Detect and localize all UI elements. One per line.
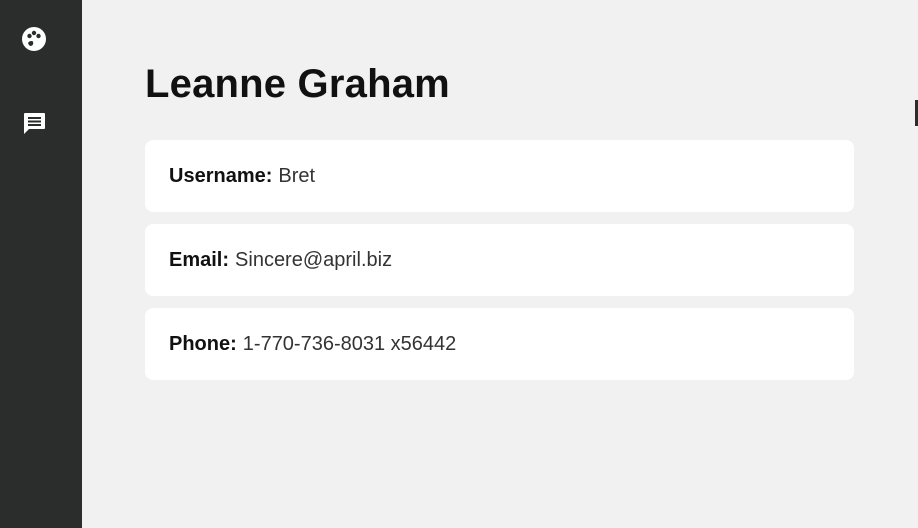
profile-details: Username: Bret Email: Sincere@april.biz … — [145, 140, 854, 392]
phone-label: Phone: — [169, 332, 237, 355]
email-label: Email: — [169, 248, 230, 271]
main-content: Leanne Graham Username: Bret Email: Sinc… — [82, 0, 918, 528]
email-value: Sincere@april.biz — [235, 248, 393, 271]
username-label: Username: — [169, 164, 273, 187]
phone-card: Phone: 1-770-736-8031 x56442 — [145, 308, 854, 380]
sidebar-item-users[interactable] — [17, 22, 51, 56]
email-card: Email: Sincere@april.biz — [145, 224, 854, 296]
palette-icon — [21, 26, 47, 52]
sidebar — [0, 0, 82, 528]
page-title: Leanne Graham — [145, 62, 450, 106]
username-value: Bret — [278, 164, 316, 187]
sidebar-item-posts[interactable] — [17, 106, 51, 140]
message-icon — [21, 110, 47, 136]
username-card: Username: Bret — [145, 140, 854, 212]
phone-value: 1-770-736-8031 x56442 — [242, 332, 457, 355]
